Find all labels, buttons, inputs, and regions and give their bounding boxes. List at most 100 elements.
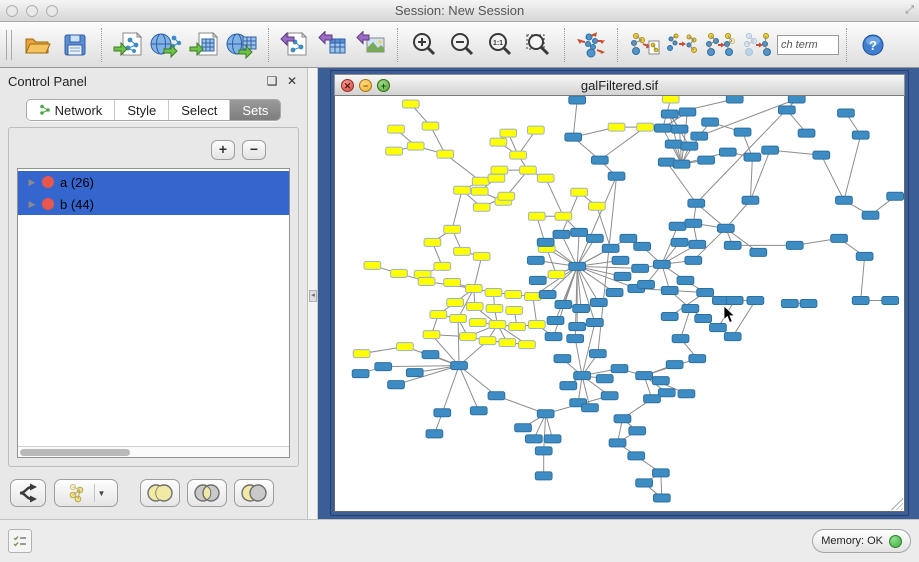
network-node [527,126,544,134]
network-node [601,392,618,400]
network-node [473,252,490,260]
network-canvas[interactable] [334,96,905,512]
network-frame-titlebar[interactable]: ✕ − + galFiltered.sif [334,74,905,96]
zoom-actual-size-button[interactable]: 1:1 [481,26,519,64]
show-all-icon [666,31,698,59]
network-node [388,125,405,133]
network-node [661,313,678,321]
export-network-button[interactable] [276,26,314,64]
import-network-web-button[interactable] [147,26,185,64]
network-node [537,410,554,418]
frame-resize-grip[interactable] [891,498,903,510]
toolbar-drag-handle[interactable] [6,30,12,60]
expander-icon[interactable]: ▶ [24,177,40,188]
set-union-button[interactable] [140,479,180,507]
network-node [800,299,817,307]
network-node [434,262,451,270]
set-color-icon [42,198,54,210]
import-network-file-button[interactable] [109,26,147,64]
network-node [587,319,604,327]
open-session-button[interactable] [18,26,56,64]
task-history-button[interactable] [8,529,32,553]
network-node [742,196,759,204]
network-node [671,238,688,246]
expander-icon[interactable]: ▶ [24,199,40,210]
tab-style[interactable]: Style [115,100,169,120]
set-difference-button[interactable] [234,479,274,507]
network-node [882,296,899,304]
select-first-neighbors-button[interactable] [701,26,739,64]
network-node [695,315,712,323]
add-set-button[interactable]: + [211,140,235,160]
import-network-file-icon [113,31,143,59]
create-set-dropdown-button[interactable]: ▼ [54,479,118,507]
deselect-all-button[interactable] [739,26,777,64]
zoom-out-button[interactable] [443,26,481,64]
network-node [629,427,646,435]
remove-set-button[interactable]: − [242,140,266,160]
network-node [620,234,637,242]
network-node [469,319,486,327]
set-row[interactable]: ▶a (26) [18,171,289,193]
close-panel-icon[interactable]: ✕ [285,74,299,88]
network-node [529,276,546,284]
set-row[interactable]: ▶b (44) [18,193,289,215]
tab-select[interactable]: Select [169,100,230,120]
search-input[interactable] [777,35,839,55]
horizontal-scrollbar[interactable] [18,446,289,457]
collapse-panel-arrow-icon[interactable]: ◂ [309,290,317,302]
panel-splitter[interactable]: ◂ [308,68,318,519]
network-node [681,142,698,150]
venn-union-icon [146,483,174,503]
tab-sets[interactable]: Sets [230,100,280,120]
zoom-in-icon [411,32,437,58]
network-node [838,109,855,117]
network-node [612,256,629,264]
fullscreen-arrows-icon[interactable]: ⤢ [905,4,914,17]
save-session-button[interactable] [56,26,94,64]
svg-text:1:1: 1:1 [493,40,503,47]
network-desktop: ✕ − + galFiltered.sif [318,68,919,519]
scrollbar-thumb[interactable] [20,449,130,456]
toolbar-separator [268,28,269,62]
hide-selected-button[interactable] [625,26,663,64]
sets-list: ▶a (26)▶b (44) [18,169,289,446]
main-toolbar: 1:1 [0,22,919,68]
import-table-file-button[interactable] [185,26,223,64]
network-node [519,341,536,349]
export-image-button[interactable] [352,26,390,64]
network-node [547,317,564,325]
zoom-in-button[interactable] [405,26,443,64]
network-node [574,372,591,380]
set-intersection-button[interactable] [187,479,227,507]
set-color-icon [42,176,54,188]
memory-status-button[interactable]: Memory: OK [812,529,911,553]
zoom-selected-button[interactable] [519,26,557,64]
network-node [852,131,869,139]
help-button[interactable]: ? [854,26,892,64]
split-set-button[interactable] [10,479,46,507]
window-titlebar[interactable]: Session: New Session ⤢ [0,0,919,22]
dropdown-caret-icon[interactable]: ▼ [98,489,106,498]
network-frame[interactable]: ✕ − + galFiltered.sif [330,70,909,516]
network-node [887,192,904,200]
tab-label: Sets [242,103,268,118]
import-table-web-icon [226,31,258,59]
float-panel-icon[interactable]: ❑ [265,74,279,88]
apply-layout-button[interactable] [572,26,610,64]
network-canvas-svg[interactable] [335,96,904,511]
network-node [491,166,508,174]
network-node [434,409,451,417]
import-table-web-button[interactable] [223,26,261,64]
export-table-icon [318,31,348,59]
network-node [525,292,542,300]
network-node [652,377,669,385]
show-all-button[interactable] [663,26,701,64]
network-node [437,150,454,158]
network-node [726,296,743,304]
control-panel-tabs: Network Style Select Sets [26,99,282,121]
export-table-button[interactable] [314,26,352,64]
network-node [606,288,623,296]
tab-network[interactable]: Network [27,100,116,120]
network-node [661,286,678,294]
